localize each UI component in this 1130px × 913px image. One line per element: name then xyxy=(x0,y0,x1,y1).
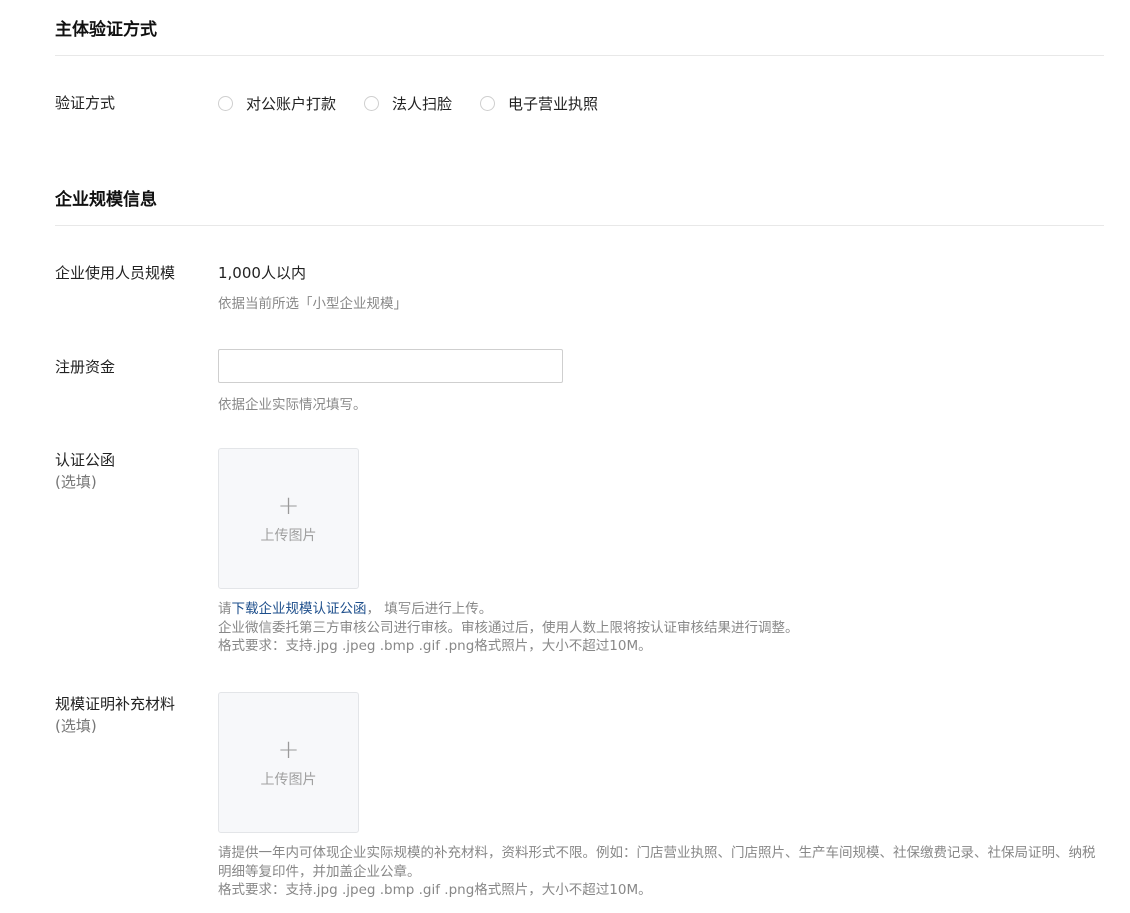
capital-input[interactable] xyxy=(218,349,563,383)
radio-option-e-license[interactable]: 电子营业执照 xyxy=(480,93,598,114)
letter-label: 认证公函 (选填) xyxy=(55,449,115,493)
section-divider xyxy=(55,225,1104,226)
capital-hint: 依据企业实际情况填写。 xyxy=(218,397,367,413)
capital-label: 注册资金 xyxy=(55,358,116,376)
upload-text: 上传图片 xyxy=(260,771,317,788)
plus-icon: + xyxy=(277,734,300,765)
letter-hint: 请下载企业规模认证公函， 填写后进行上传。 企业微信委托第三方审核公司进行审核。… xyxy=(218,600,1104,656)
radio-unchecked-icon[interactable] xyxy=(480,95,496,111)
hint-prefix: 请 xyxy=(218,601,232,617)
verify-method-label: 验证方式 xyxy=(55,94,116,112)
radio-option-face-scan[interactable]: 法人扫脸 xyxy=(364,93,452,114)
staff-scale-label: 企业使用人员规模 xyxy=(55,264,176,282)
radio-option-label: 对公账户打款 xyxy=(246,94,337,113)
letter-hint-line1: 请下载企业规模认证公函， 填写后进行上传。 xyxy=(218,600,1104,619)
upload-text: 上传图片 xyxy=(260,527,317,544)
optional-tag: (选填) xyxy=(55,717,97,735)
verify-section-title: 主体验证方式 xyxy=(55,20,157,40)
hint-suffix: ， 填写后进行上传。 xyxy=(366,601,493,617)
verify-method-radio-group: 对公账户打款 法人扫脸 电子营业执照 xyxy=(218,92,626,114)
download-letter-link[interactable]: 下载企业规模认证公函 xyxy=(232,601,367,617)
staff-scale-hint: 依据当前所选「小型企业规模」 xyxy=(218,296,407,312)
supplement-upload-button[interactable]: + 上传图片 xyxy=(218,692,359,833)
radio-option-label: 法人扫脸 xyxy=(392,94,453,113)
plus-icon: + xyxy=(277,490,300,521)
radio-option-label: 电子营业执照 xyxy=(508,94,599,113)
supplement-hint-line2: 格式要求：支持.jpg .jpeg .bmp .gif .png格式照片，大小不… xyxy=(218,882,652,898)
staff-scale-value: 1,000人以内 xyxy=(218,264,306,282)
section-divider xyxy=(55,55,1104,56)
letter-label-text: 认证公函 xyxy=(55,451,116,469)
letter-hint-line3: 格式要求：支持.jpg .jpeg .bmp .gif .png格式照片，大小不… xyxy=(218,638,652,654)
letter-upload-button[interactable]: + 上传图片 xyxy=(218,448,359,589)
optional-tag: (选填) xyxy=(55,473,97,491)
supplement-label-text: 规模证明补充材料 xyxy=(55,695,176,713)
radio-unchecked-icon[interactable] xyxy=(364,95,380,111)
letter-hint-line2: 企业微信委托第三方审核公司进行审核。审核通过后，使用人数上限将按认证审核结果进行… xyxy=(218,619,799,636)
radio-option-corporate-account[interactable]: 对公账户打款 xyxy=(218,93,336,114)
supplement-label: 规模证明补充材料 (选填) xyxy=(55,693,175,737)
scale-section-title: 企业规模信息 xyxy=(55,190,157,210)
supplement-hint-line1: 请提供一年内可体现企业实际规模的补充材料，资料形式不限。例如：门店营业执照、门店… xyxy=(218,845,1096,880)
supplement-hint: 请提供一年内可体现企业实际规模的补充材料，资料形式不限。例如：门店营业执照、门店… xyxy=(218,844,1104,900)
radio-unchecked-icon[interactable] xyxy=(218,95,233,111)
